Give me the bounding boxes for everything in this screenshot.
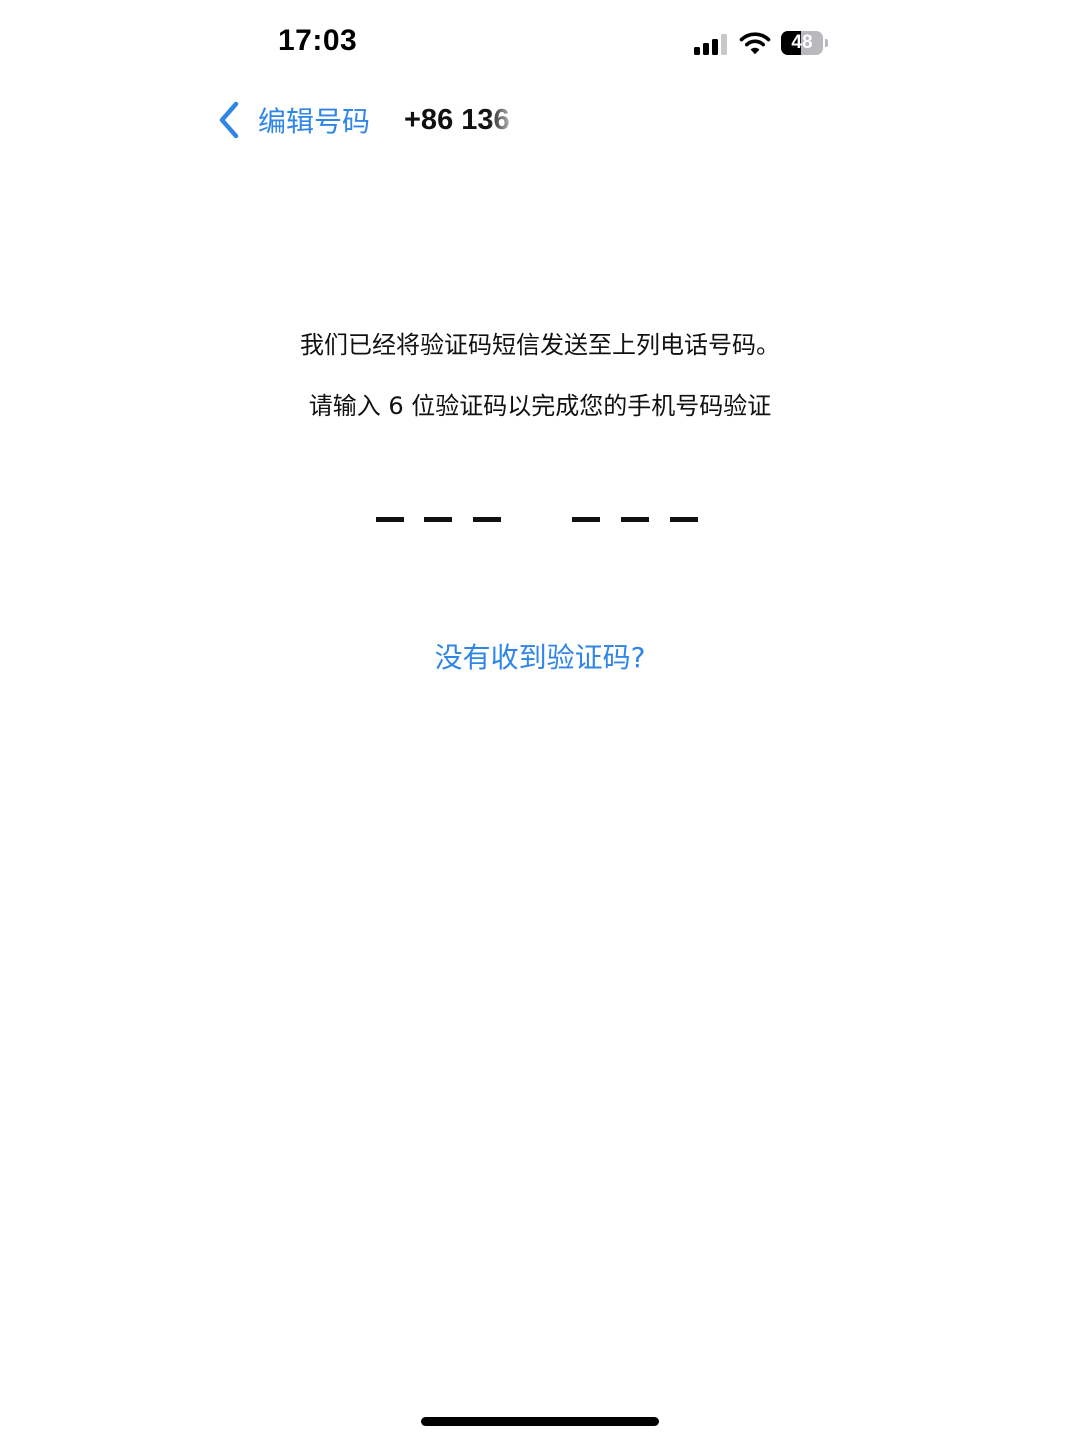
resend-code-link[interactable]: 没有收到验证码? (0, 636, 1080, 676)
code-digit-slot (572, 517, 600, 522)
chevron-left-icon (219, 101, 239, 139)
verification-code-input[interactable] (376, 510, 700, 534)
status-time: 17:03 (278, 24, 358, 57)
phone-number: +86 136 (404, 104, 510, 136)
enter-code-instruction: 请输入 6 位验证码以完成您的手机号码验证 (308, 392, 772, 420)
code-digit-slot (424, 517, 452, 522)
status-bar: 17:03 48 (0, 0, 1080, 90)
code-digit-slot (376, 517, 404, 522)
back-button-label: 编辑号码 (258, 105, 371, 138)
navigation-bar: 编辑号码 +86 136 (0, 90, 1080, 150)
code-digit-slot (670, 517, 698, 522)
cellular-signal-icon (694, 33, 730, 55)
code-digit-slot (621, 517, 649, 522)
code-digit-slot (473, 517, 501, 522)
battery-icon: 48 (781, 31, 831, 55)
home-indicator (421, 1417, 659, 1426)
wifi-icon (739, 32, 771, 55)
back-button[interactable]: 编辑号码 (216, 96, 370, 144)
sms-sent-message: 我们已经将验证码短信发送至上列电话号码。 (300, 331, 780, 359)
battery-level: 48 (791, 32, 813, 53)
